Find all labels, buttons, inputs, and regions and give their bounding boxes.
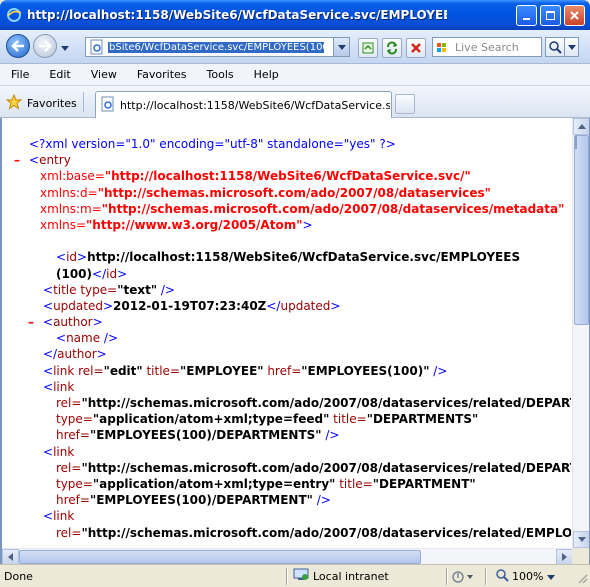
security-zone[interactable]: Local intranet	[293, 568, 389, 585]
address-dropdown-icon[interactable]	[333, 38, 349, 56]
xml-document: <?xml version="1.0" encoding="utf-8" sta…	[2, 118, 571, 548]
collapse-toggle[interactable]: –	[28, 314, 34, 330]
history-dropdown-icon[interactable]	[61, 41, 69, 54]
ie-icon	[6, 7, 22, 23]
toolbar-separator	[83, 92, 84, 112]
search-field[interactable]: Live Search	[432, 37, 542, 57]
compatibility-icon[interactable]	[358, 38, 378, 58]
page-icon	[89, 39, 105, 55]
refresh-icon[interactable]	[382, 38, 402, 58]
favorites-bar: Favorites http://localhost:1158/WebSite6…	[0, 86, 590, 118]
horizontal-scrollbar[interactable]	[2, 548, 573, 564]
search-options-icon[interactable]	[565, 37, 579, 57]
forward-button[interactable]	[33, 34, 57, 58]
scrollbar-corner	[572, 548, 589, 564]
author-open-line: – <author>	[28, 314, 103, 330]
back-button[interactable]	[6, 34, 30, 58]
updated-line: <updated>2012-01-19T07:23:40Z</updated>	[43, 298, 341, 313]
scroll-down-button[interactable]	[573, 531, 589, 548]
maximize-button[interactable]	[540, 5, 561, 26]
link-department-type: type="application/atom+xml;type=entry" t…	[56, 476, 476, 491]
link-departments-open: <link	[43, 379, 75, 394]
stop-icon[interactable]	[406, 38, 426, 58]
link-department-rel: rel="http://schemas.microsoft.com/ado/20…	[56, 460, 571, 475]
window-title: http://localhost:1158/WebSite6/WcfDataSe…	[27, 8, 447, 22]
favorites-button[interactable]: Favorites	[5, 93, 77, 113]
live-search-icon	[433, 40, 455, 54]
status-bar: Done Local intranet 100%	[0, 564, 590, 587]
menu-edit[interactable]: Edit	[49, 68, 70, 81]
menu-help[interactable]: Help	[254, 68, 279, 81]
id-line: <id>http://localhost:1158/WebSite6/WcfDa…	[56, 250, 521, 265]
new-tab-button[interactable]	[395, 94, 415, 114]
ns-base-line: xml:base="http://localhost:1158/WebSite6…	[40, 169, 471, 184]
menu-favorites[interactable]: Favorites	[137, 68, 187, 81]
link-departments-rel: rel="http://schemas.microsoft.com/ado/20…	[56, 396, 571, 410]
menu-tools[interactable]: Tools	[207, 68, 234, 81]
status-separator	[286, 568, 288, 585]
close-button[interactable]	[564, 5, 585, 26]
zone-label: Local intranet	[313, 570, 389, 583]
tab-page-icon	[100, 96, 116, 115]
protected-mode-icon[interactable]	[452, 570, 476, 587]
favorites-label: Favorites	[27, 97, 77, 110]
name-line: <name />	[56, 331, 119, 346]
zoom-dropdown-icon[interactable]	[547, 570, 556, 583]
menu-bar: File Edit View Favorites Tools Help	[0, 64, 590, 86]
title-line: <title type="text" />	[43, 282, 175, 297]
scroll-up-button[interactable]	[573, 118, 589, 135]
link-departments-href: href="EMPLOYEES(100)/DEPARTMENTS" />	[56, 428, 340, 443]
status-text: Done	[4, 570, 33, 583]
resize-grip-icon[interactable]	[576, 572, 588, 587]
link-employees-open: <link	[43, 509, 75, 524]
horizontal-scroll-thumb[interactable]	[19, 550, 421, 564]
vertical-scroll-thumb[interactable]	[574, 135, 589, 325]
xml-declaration: <?xml version="1.0" encoding="utf-8" sta…	[29, 137, 396, 151]
address-toolbar: bSite6/WcfDataService.svc/EMPLOYEES(100)…	[0, 30, 590, 64]
search-button[interactable]	[545, 37, 565, 57]
tab-title: http://localhost:1158/WebSite6/WcfDataSe…	[120, 98, 390, 112]
menu-file[interactable]: File	[11, 68, 29, 81]
intranet-icon	[293, 568, 309, 585]
scroll-left-button[interactable]	[2, 549, 19, 564]
scroll-right-button[interactable]	[556, 549, 573, 564]
status-separator	[485, 568, 487, 585]
zoom-level: 100%	[512, 570, 544, 583]
minimize-button[interactable]	[516, 5, 537, 26]
search-input[interactable]: Live Search	[455, 41, 519, 54]
link-department-open: <link	[43, 444, 75, 459]
zoom-control[interactable]: 100%	[495, 568, 556, 585]
link-departments-type: type="application/atom+xml;type=feed" ti…	[56, 412, 479, 427]
link-employees-rel: rel="http://schemas.microsoft.com/ado/20…	[56, 525, 571, 540]
ns-m-line: xmlns:m="http://schemas.microsoft.com/ad…	[40, 201, 565, 216]
title-bar: http://localhost:1158/WebSite6/WcfDataSe…	[0, 0, 590, 30]
address-input[interactable]: bSite6/WcfDataService.svc/EMPLOYEES(100)	[108, 41, 324, 53]
status-separator	[446, 568, 448, 585]
xml-viewer: <?xml version="1.0" encoding="utf-8" sta…	[0, 118, 590, 564]
link-edit-line: <link rel="edit" title="EMPLOYEE" href="…	[43, 363, 448, 378]
author-close-line: </author>	[43, 347, 107, 362]
menu-view[interactable]: View	[91, 68, 117, 81]
collapse-toggle[interactable]: –	[14, 152, 20, 168]
id-line-cont: (100)</id>	[56, 266, 128, 281]
zoom-icon	[495, 568, 509, 585]
entry-open-line: – <entry	[14, 152, 71, 168]
address-field[interactable]: bSite6/WcfDataService.svc/EMPLOYEES(100)	[85, 37, 350, 57]
tab-current[interactable]: http://localhost:1158/WebSite6/WcfDataSe…	[95, 91, 392, 118]
star-icon	[5, 93, 23, 113]
link-department-href: href="EMPLOYEES(100)/DEPARTMENT" />	[56, 493, 331, 508]
vertical-scrollbar[interactable]	[572, 118, 589, 548]
ns-d-line: xmlns:d="http://schemas.microsoft.com/ad…	[40, 185, 491, 200]
ns-atom-line: xmlns="http://www.w3.org/2005/Atom">	[40, 217, 313, 232]
